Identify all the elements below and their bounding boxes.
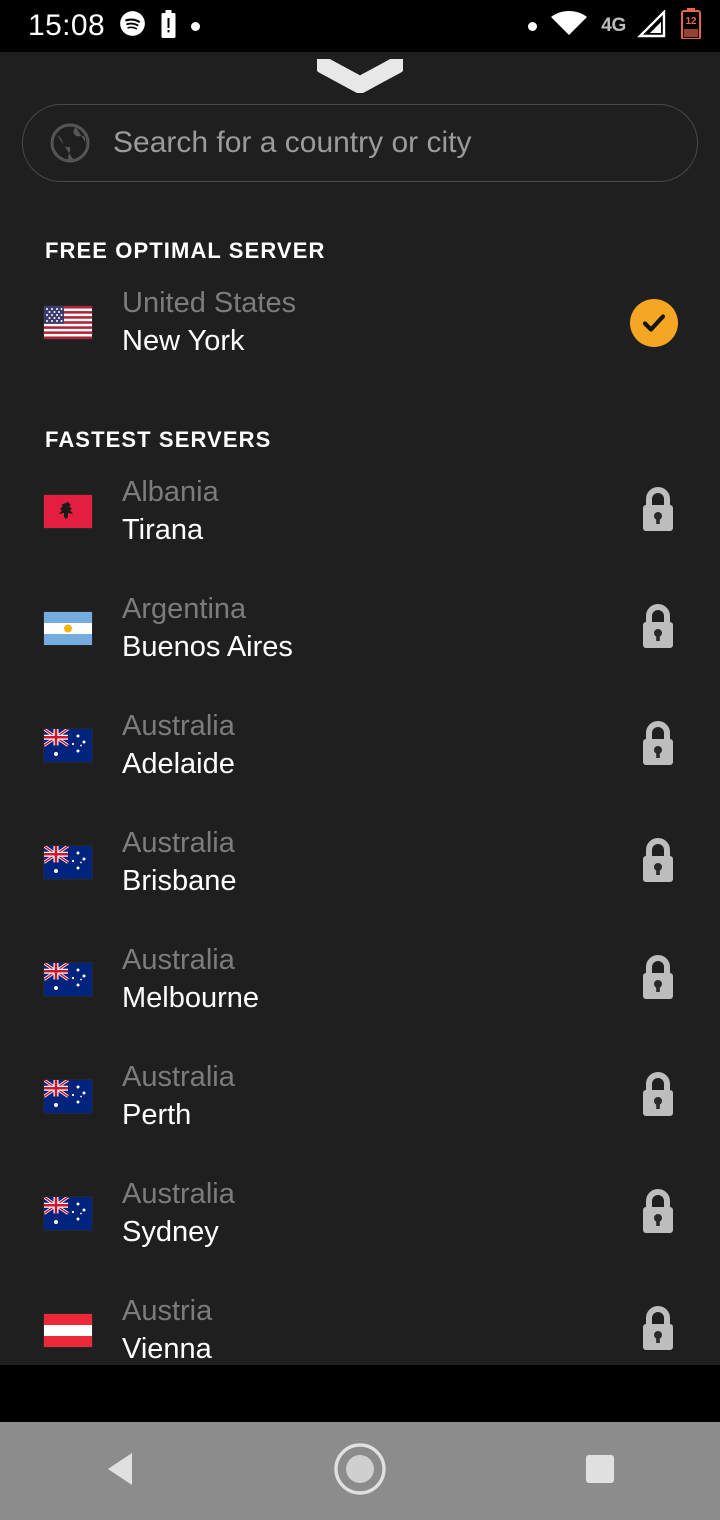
server-country-label: Austria — [122, 1295, 213, 1328]
flag-icon-au — [44, 1080, 92, 1113]
nav-home-button[interactable] — [300, 1422, 420, 1520]
server-city-label: Buenos Aires — [122, 630, 293, 663]
server-row-texts: Argentina Buenos Aires — [122, 592, 638, 665]
flag-icon-au — [44, 963, 92, 996]
status-clock: 15:08 — [28, 9, 106, 42]
flag-icon-au — [44, 1197, 92, 1230]
chevron-down-icon — [314, 56, 406, 98]
wifi-icon — [550, 10, 588, 43]
nav-recents-button[interactable] — [540, 1422, 660, 1520]
server-row-australia-brisbane[interactable]: Australia Brisbane — [0, 804, 720, 921]
server-city-label: Adelaide — [122, 747, 235, 780]
spotify-icon — [119, 10, 146, 42]
server-status[interactable] — [638, 1070, 678, 1123]
server-status[interactable] — [630, 298, 678, 347]
search-input[interactable]: Search for a country or city — [113, 126, 471, 160]
home-circle-icon — [332, 1441, 388, 1502]
dot-icon — [528, 21, 538, 31]
lock-icon[interactable] — [638, 953, 678, 1006]
server-row-albania-tirana[interactable]: Albania Tirana — [0, 453, 720, 570]
flag-icon-al — [44, 495, 92, 528]
lock-icon[interactable] — [638, 1304, 678, 1357]
lock-icon[interactable] — [638, 719, 678, 772]
section-header-free-optimal: FREE OPTIMAL SERVER — [45, 238, 326, 263]
server-status[interactable] — [638, 1187, 678, 1240]
network-type-label: 4G — [601, 15, 626, 36]
sheet-handle[interactable] — [0, 52, 720, 104]
server-row-texts: Austria Vienna — [122, 1294, 638, 1365]
server-city-label: Vienna — [122, 1332, 212, 1365]
svg-text:12: 12 — [685, 16, 697, 27]
flag-icon-ar — [44, 612, 92, 645]
server-status[interactable] — [638, 953, 678, 1006]
battery-alert-icon — [160, 9, 177, 43]
server-city-label: Brisbane — [122, 864, 237, 897]
lock-icon[interactable] — [638, 485, 678, 538]
status-bar: 15:08 4G 12 — [0, 0, 720, 52]
server-row-argentina-buenos-aires[interactable]: Argentina Buenos Aires — [0, 570, 720, 687]
server-city-label: Tirana — [122, 513, 204, 546]
status-bar-right: 4G 12 — [528, 8, 702, 44]
server-country-label: Australia — [122, 710, 235, 743]
server-row-australia-perth[interactable]: Australia Perth — [0, 1038, 720, 1155]
server-city-label: Melbourne — [122, 981, 260, 1014]
server-country-label: Australia — [122, 944, 235, 977]
lock-icon[interactable] — [638, 836, 678, 889]
server-status[interactable] — [638, 485, 678, 538]
flag-icon-au — [44, 846, 92, 879]
server-row-austria-vienna[interactable]: Austria Vienna — [0, 1272, 720, 1365]
server-status[interactable] — [638, 1304, 678, 1357]
server-country-label: Albania — [122, 476, 219, 509]
globe-icon — [49, 122, 91, 164]
server-row-texts: Australia Perth — [122, 1060, 638, 1133]
server-country-label: United States — [122, 287, 297, 320]
server-row-texts: Australia Melbourne — [122, 943, 638, 1016]
server-row-australia-melbourne[interactable]: Australia Melbourne — [0, 921, 720, 1038]
flag-icon-us — [44, 306, 92, 339]
android-navigation-bar — [0, 1422, 720, 1520]
check-circle-icon[interactable] — [630, 298, 678, 347]
flag-icon-au — [44, 729, 92, 762]
server-country-label: Australia — [122, 1061, 235, 1094]
dot-icon — [191, 21, 201, 31]
flag-icon-at — [44, 1314, 92, 1347]
server-city-label: New York — [122, 324, 245, 357]
server-country-label: Australia — [122, 827, 235, 860]
recents-square-icon — [583, 1452, 617, 1491]
server-row-texts: Australia Brisbane — [122, 826, 638, 899]
search-bar[interactable]: Search for a country or city — [22, 104, 698, 182]
back-triangle-icon — [102, 1449, 138, 1494]
server-country-label: Argentina — [122, 593, 247, 626]
nav-back-button[interactable] — [60, 1422, 180, 1520]
server-city-label: Sydney — [122, 1215, 219, 1248]
server-row-texts: United States New York — [122, 286, 630, 359]
server-row-australia-adelaide[interactable]: Australia Adelaide — [0, 687, 720, 804]
server-status[interactable] — [638, 602, 678, 655]
server-city-label: Perth — [122, 1098, 192, 1131]
server-row-australia-sydney[interactable]: Australia Sydney — [0, 1155, 720, 1272]
lock-icon[interactable] — [638, 1187, 678, 1240]
server-list-sheet: Search for a country or city FREE OPTIMA… — [0, 52, 720, 1365]
status-bar-left: 15:08 — [28, 9, 201, 43]
section-header-fastest-servers: FASTEST SERVERS — [45, 427, 272, 452]
battery-icon: 12 — [680, 8, 702, 44]
server-row-texts: Albania Tirana — [122, 475, 638, 548]
server-country-label: Australia — [122, 1178, 235, 1211]
server-row-texts: Australia Adelaide — [122, 709, 638, 782]
server-row-united-states-new-york[interactable]: United States New York — [0, 264, 720, 381]
lock-icon[interactable] — [638, 1070, 678, 1123]
signal-icon — [637, 8, 667, 43]
server-status[interactable] — [638, 836, 678, 889]
server-status[interactable] — [638, 719, 678, 772]
server-row-texts: Australia Sydney — [122, 1177, 638, 1250]
lock-icon[interactable] — [638, 602, 678, 655]
